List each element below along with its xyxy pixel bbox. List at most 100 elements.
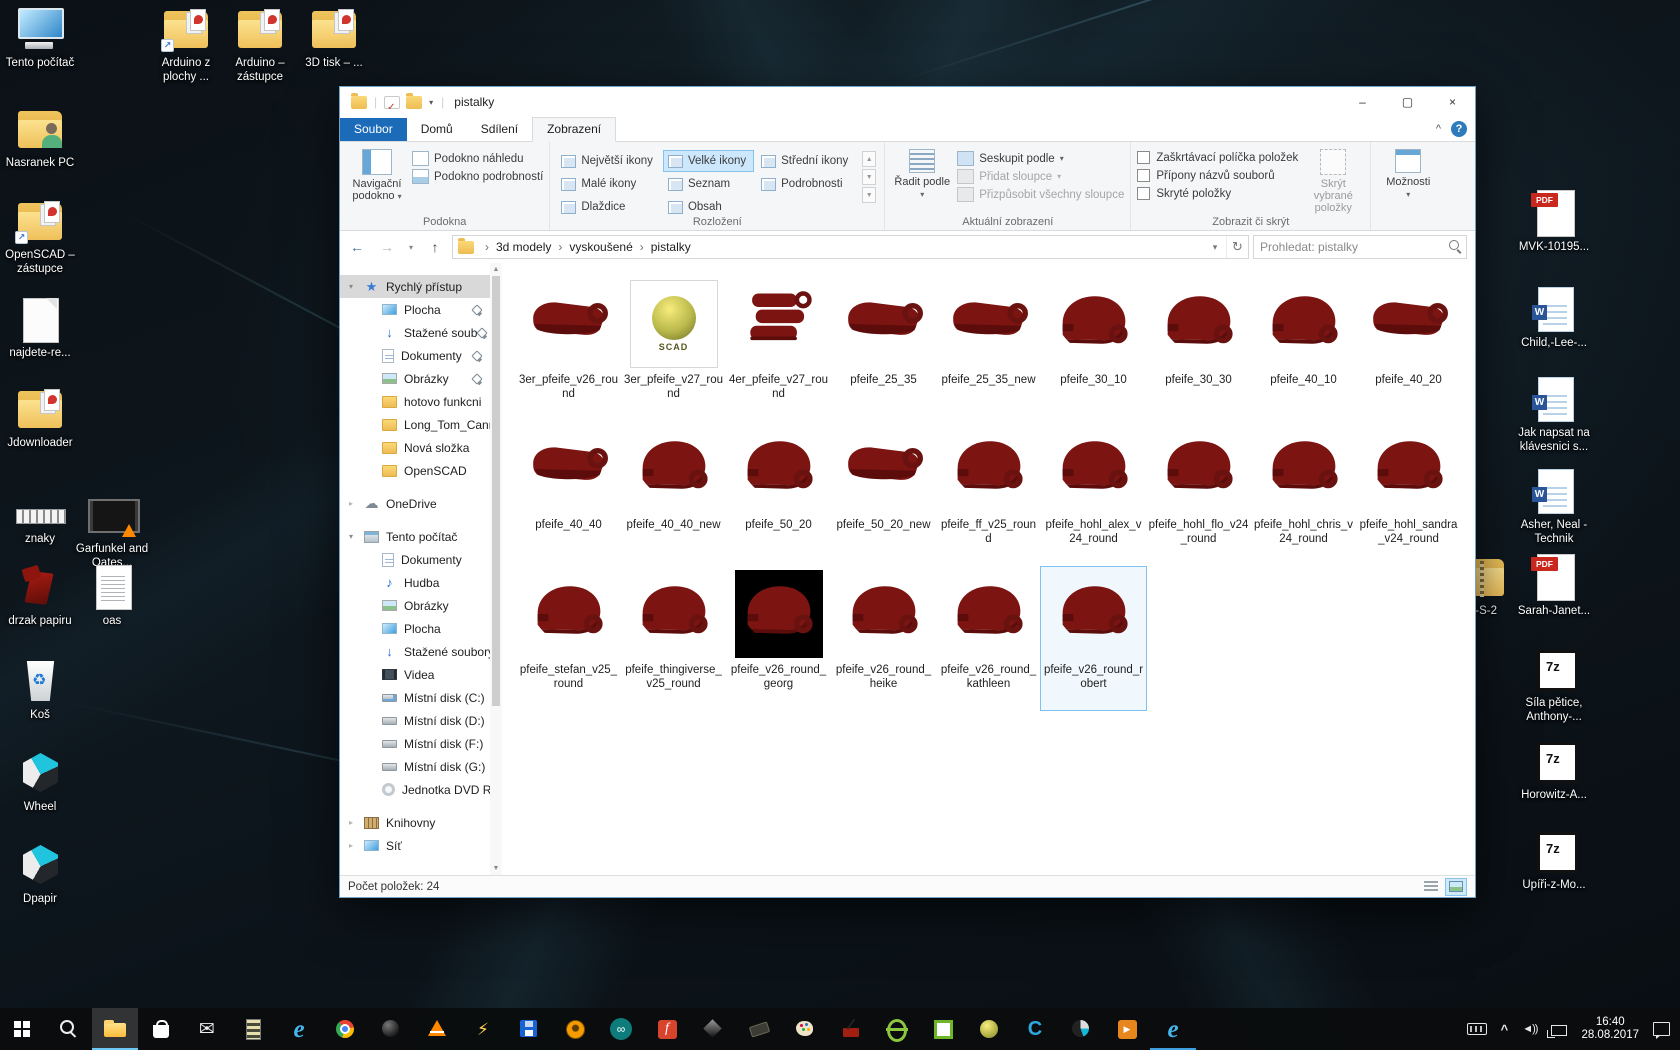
tray-expand-icon[interactable]: ^ [1501, 1022, 1509, 1037]
taskbar-app[interactable]: ⚡ [460, 1008, 506, 1050]
sidebar-item[interactable]: Tento počítač [340, 525, 490, 548]
file-item[interactable]: SCAD 3er_pfeife_v27_round [621, 277, 726, 420]
preview-pane-button[interactable]: Podokno náhledu [412, 151, 543, 166]
file-item[interactable]: SCAD pfeife_40_20 [1356, 277, 1461, 420]
desktop-icon-sarah-janet[interactable]: Sarah-Janet... [1510, 554, 1598, 618]
file-item[interactable]: SCAD pfeife_25_35_new [936, 277, 1041, 420]
sidebar-item[interactable]: Místní disk (D:) [340, 709, 490, 732]
search-icon[interactable] [1446, 237, 1466, 257]
view-option-seznam[interactable]: Seznam [663, 173, 754, 195]
taskbar-app[interactable]: ✉ [184, 1008, 230, 1050]
taskbar-app[interactable]: f [644, 1008, 690, 1050]
address-bar[interactable]: › 3d modely › vyskoušené › pistalky ▾ ↻ [452, 235, 1249, 259]
desktop-icon-horowitz[interactable]: Horowitz-A... [1510, 738, 1598, 802]
touch-keyboard-icon[interactable] [1467, 1023, 1487, 1035]
quick-access-customize-icon[interactable]: ▾ [429, 98, 433, 107]
desktop-icon-3d-tisk[interactable]: 3D tisk – ... [296, 6, 372, 70]
tab-soubor[interactable]: Soubor [340, 118, 407, 141]
sidebar-item[interactable]: OpenSCAD [340, 459, 490, 482]
sidebar-item[interactable]: OneDrive [340, 492, 490, 515]
checkbox[interactable] [1137, 169, 1150, 182]
view-option-stredni-ikony[interactable]: Střední ikony [756, 150, 856, 172]
sidebar-item[interactable]: Síť [340, 834, 490, 857]
file-item[interactable]: SCAD pfeife_hohl_sandra_v24_round [1356, 422, 1461, 565]
help-icon[interactable]: ? [1451, 121, 1467, 137]
desktop-icon-drzak-papiru[interactable]: drzak papiru [2, 564, 78, 628]
file-item[interactable]: SCAD pfeife_25_35 [831, 277, 936, 420]
desktop-icon-mvk[interactable]: MVK-10195... [1510, 190, 1598, 254]
taskbar-app[interactable] [736, 1008, 782, 1050]
file-item[interactable]: SCAD pfeife_stefan_v25_round [516, 567, 621, 710]
desktop-icon-openscad-zastupce[interactable]: OpenSCAD – zástupce [2, 198, 78, 276]
desktop-icon-oas[interactable]: oas [74, 564, 150, 628]
recent-locations-icon[interactable]: ▾ [404, 235, 418, 259]
tab-sdileni[interactable]: Sdílení [467, 118, 532, 141]
file-item[interactable]: SCAD pfeife_50_20_new [831, 422, 936, 565]
taskbar-app[interactable] [138, 1008, 184, 1050]
details-view-toggle[interactable] [1420, 878, 1442, 896]
file-item[interactable]: SCAD pfeife_thingiverse_v25_round [621, 567, 726, 710]
sidebar-item[interactable]: Místní disk (C:) [340, 686, 490, 709]
taskbar-app[interactable] [874, 1008, 920, 1050]
sidebar-item[interactable]: Obrázky [340, 367, 490, 390]
taskbar-app[interactable]: C [1012, 1008, 1058, 1050]
file-item[interactable]: SCAD pfeife_v26_round_robert [1041, 567, 1146, 710]
hidden-items-option[interactable]: Skryté položky [1137, 187, 1298, 200]
file-item[interactable]: SCAD pfeife_40_40 [516, 422, 621, 565]
ribbon-collapse-icon[interactable]: ^ [1436, 123, 1441, 135]
taskbar-app[interactable] [230, 1008, 276, 1050]
back-button[interactable]: ← [344, 235, 370, 259]
close-button[interactable]: × [1430, 87, 1475, 117]
file-item[interactable]: SCAD 4er_pfeife_v27_round [726, 277, 831, 420]
sidebar-item[interactable]: Plocha [340, 298, 490, 321]
sidebar-item[interactable]: Long_Tom_Canr [340, 413, 490, 436]
thumbnail-view-toggle[interactable] [1445, 878, 1467, 896]
file-item[interactable]: SCAD pfeife_v26_round_georg [726, 567, 831, 710]
tab-domu[interactable]: Domů [407, 118, 467, 141]
taskbar-app[interactable]: e [276, 1008, 322, 1050]
desktop-icon-arduino-z-plochy[interactable]: Arduino z plochy ... [148, 6, 224, 84]
desktop-icon-garfunkel[interactable]: Garfunkel and Oates... [74, 492, 150, 570]
sidebar-item[interactable]: Knihovny [340, 811, 490, 834]
taskbar-app[interactable] [506, 1008, 552, 1050]
file-item[interactable]: SCAD pfeife_30_10 [1041, 277, 1146, 420]
sidebar-item[interactable]: Místní disk (F:) [340, 732, 490, 755]
file-item[interactable]: SCAD pfeife_v26_round_kathleen [936, 567, 1041, 710]
breadcrumb-vyskousene[interactable]: vyskoušené [569, 240, 632, 254]
sidebar-item[interactable]: Dokumenty [340, 344, 490, 367]
breadcrumb-3d-modely[interactable]: 3d modely [496, 240, 551, 254]
desktop-icon-kos[interactable]: Koš [2, 658, 78, 722]
group-by-button[interactable]: Seskupit podle ▾ [957, 151, 1124, 166]
desktop-icon-asher[interactable]: Asher, Neal - Technik [1510, 468, 1598, 546]
file-item[interactable]: SCAD pfeife_hohl_flo_v24_round [1146, 422, 1251, 565]
desktop-icon-tento-pocitac[interactable]: Tento počítač [2, 6, 78, 70]
taskbar-app[interactable] [690, 1008, 736, 1050]
sidebar-item[interactable]: Videa [340, 663, 490, 686]
desktop-icon-wheel[interactable]: Wheel [2, 750, 78, 814]
desktop-icon-dpapir[interactable]: Dpapir [2, 842, 78, 906]
taskbar-app[interactable] [920, 1008, 966, 1050]
view-option-nejvetsi-ikony[interactable]: Největší ikony [556, 150, 661, 172]
taskbar-app[interactable] [0, 1008, 46, 1050]
desktop-icon-arduino-zastupce[interactable]: Arduino – zástupce [222, 6, 298, 84]
sidebar-item[interactable]: Obrázky [340, 594, 490, 617]
taskbar-app[interactable] [828, 1008, 874, 1050]
up-button[interactable]: ↑ [422, 235, 448, 259]
refresh-icon[interactable]: ↻ [1226, 236, 1248, 258]
navigation-pane-button[interactable]: Navigační podokno ▾ [346, 147, 408, 212]
sidebar-item[interactable]: Nová složka [340, 436, 490, 459]
item-checkboxes-option[interactable]: Zaškrtávací políčka položek [1137, 151, 1298, 164]
file-item[interactable]: SCAD pfeife_50_20 [726, 422, 831, 565]
taskbar-app[interactable] [368, 1008, 414, 1050]
options-button[interactable]: Možnosti▾ [1377, 147, 1439, 212]
view-option-obsah[interactable]: Obsah [663, 196, 754, 218]
sidebar-item[interactable]: Jednotka DVD R [340, 778, 490, 801]
sidebar-item[interactable]: Hudba [340, 571, 490, 594]
quick-access-new-folder-icon[interactable] [406, 96, 422, 109]
sidebar-item[interactable]: Plocha [340, 617, 490, 640]
sidebar-item[interactable]: Stažené soub [340, 321, 490, 344]
sidebar-item[interactable]: Místní disk (G:) [340, 755, 490, 778]
scrollbar-thumb[interactable] [492, 276, 500, 706]
taskbar-app[interactable]: ∞ [598, 1008, 644, 1050]
scroll-down-icon[interactable]: ▼ [493, 862, 500, 875]
